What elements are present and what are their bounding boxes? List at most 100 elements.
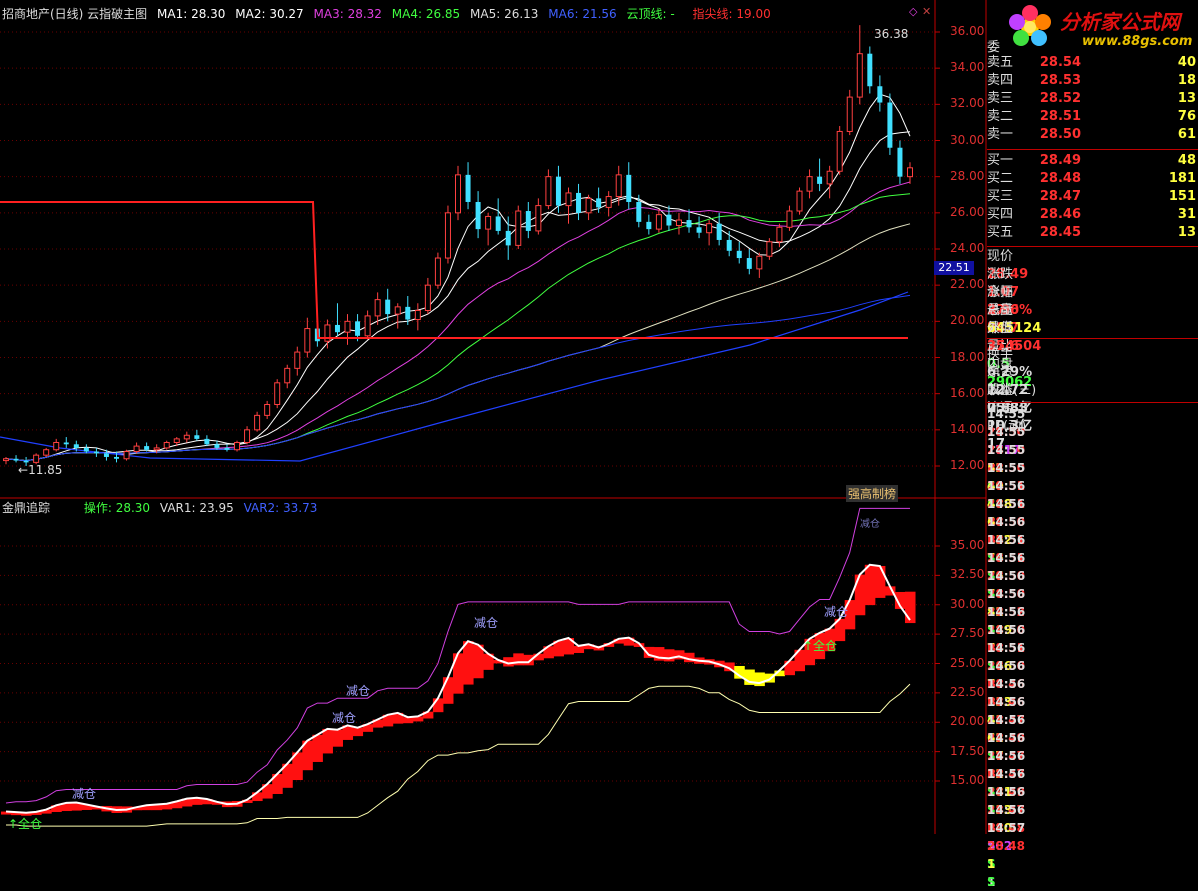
rank-badge[interactable]: 强高制榜 [846, 485, 899, 502]
tick-time: 14:56 [987, 569, 1026, 583]
candle-body [515, 210, 522, 246]
candle-body [334, 324, 340, 333]
tick-row[interactable]: 14:55 28.50 52 S 1 [987, 423, 1198, 511]
bid-price: 28.48 [1039, 171, 1081, 186]
candle-body [163, 441, 170, 449]
tick-row[interactable]: 14:56 28.50 74 S 1 [987, 603, 1198, 691]
tick-row[interactable]: 14:55 28.50 40 S 1 [987, 441, 1198, 529]
sub-axis-label: 20.00 [950, 714, 985, 729]
bid-row[interactable]: 买四 28.46 31 [987, 206, 1198, 224]
ask-row[interactable]: 卖四 28.53 18 [987, 72, 1198, 90]
bid-row[interactable]: 买一 28.49 48 [987, 152, 1198, 170]
tick-row[interactable]: 14:55 28.51 488 B 1 [987, 459, 1198, 547]
close-icon[interactable]: ✕ [922, 5, 931, 18]
tick-time: 14:56 [987, 533, 1026, 547]
tick-row[interactable]: 14:56 28.47 180 S 1 [987, 783, 1198, 871]
tick-time: 14:56 [987, 605, 1026, 619]
tick-time: 14:57 [987, 821, 1026, 835]
candle-body [756, 255, 763, 270]
bid-row[interactable]: 买五 28.45 13 [987, 224, 1198, 242]
ask-price: 28.50 [1039, 127, 1081, 142]
tick-row[interactable]: 14:56 28.52 189 B 2 [987, 585, 1198, 673]
tick-row[interactable]: 14:56 28.51 76 S 1 [987, 531, 1198, 619]
ask-volume: 18 [1177, 73, 1196, 88]
low-price-label: ←11.85 [18, 463, 63, 477]
ask-row[interactable]: 卖三 28.52 13 [987, 90, 1198, 108]
signal-jiancang-4: 减仓 [474, 616, 499, 630]
tracking-bar [663, 649, 675, 662]
bid-price: 28.46 [1039, 207, 1081, 222]
candle-body [887, 102, 893, 148]
bid-row[interactable]: 买三 28.47 151 [987, 188, 1198, 206]
ask-label: 卖四 [987, 73, 1014, 88]
signal-quancang-1: ↑全仓 [8, 817, 43, 831]
tick-time: 14:56 [987, 713, 1026, 727]
tick-row[interactable]: 14:56 28.49 17 B 1 [987, 711, 1198, 799]
candle-body [746, 258, 752, 269]
tick-time: 14:56 [987, 767, 1026, 781]
candle-body [284, 367, 291, 384]
bid-label: 买五 [987, 225, 1014, 240]
ma2-value: MA2: 30.27 [235, 7, 304, 21]
candle-body [364, 315, 371, 337]
tick-row[interactable]: 14:56 28.51 76 S 1 [987, 513, 1198, 601]
tick-time: 14:56 [987, 659, 1026, 673]
stat-label: 外盘 [987, 321, 1014, 336]
tick-time: 14:56 [987, 551, 1026, 565]
candle-body [214, 444, 220, 448]
logo-url[interactable]: www.88gs.com [1082, 34, 1192, 49]
tick-time: 14:56 [987, 785, 1026, 799]
candle-body [294, 351, 301, 369]
tick-row[interactable]: 14:56 28.46 233 S 1 [987, 657, 1198, 745]
tick-row[interactable]: 14:56 28.51 6 B 1 [987, 477, 1198, 565]
tracking-bar [904, 591, 916, 624]
ask-volume: 40 [1177, 55, 1196, 70]
sub-axis-label: 35.00 [950, 538, 985, 552]
tick-row[interactable]: 14:56 28.46 43 S 1 [987, 675, 1198, 763]
stat-row: 现价 28.49 今开 27.6 [987, 248, 1198, 318]
candle-body [113, 456, 119, 459]
tick-time: 14:56 [987, 677, 1026, 691]
candle-body [194, 435, 200, 439]
candle-body [13, 458, 19, 461]
tick-row[interactable]: 14:56 28.50 7 B 1 [987, 639, 1198, 727]
candle-body [817, 176, 823, 184]
bid-row[interactable]: 买二 28.48 181 [987, 170, 1198, 188]
tick-row[interactable]: 14:56 28.48 502 S 1 [987, 801, 1198, 889]
candle-body [836, 130, 843, 172]
ask-price: 28.54 [1039, 55, 1081, 70]
candle-body [465, 174, 471, 202]
candle-body [907, 167, 913, 178]
stat-row: 收益(三) 0.833 PE(动) 17. [987, 382, 1198, 452]
tracking-bar [864, 564, 876, 606]
stat-row: 净资 12.72 流通 10.3亿 [987, 364, 1198, 434]
yunding-value: 云顶线: - [626, 7, 675, 21]
tick-row[interactable]: 14:55 28.50 1717 B 6 [987, 405, 1198, 493]
tick-row[interactable]: 14:56 28.50 82 S 1 [987, 567, 1198, 655]
bid-price: 28.45 [1039, 225, 1081, 240]
tick-row[interactable]: 14:56 28.50 74 S 1 [987, 549, 1198, 637]
sub-axis-label: 30.00 [950, 596, 985, 611]
candle-body [655, 214, 662, 230]
candle-body [736, 250, 742, 259]
ask-row[interactable]: 卖一 28.50 61 [987, 126, 1198, 144]
main-chart-header: 招商地产(日线) 云指破主图 MA1: 28.30 MA2: 30.27 MA3… [2, 6, 777, 22]
tick-row[interactable]: 14:56 28.50 152 S 2 [987, 495, 1198, 583]
ask-row[interactable]: 卖五 28.54 40 [987, 54, 1198, 72]
tick-row[interactable]: 14:56 28.47 62 S 1 [987, 693, 1198, 781]
tick-row[interactable]: 14:56 28.49 133 B 1 [987, 765, 1198, 853]
ask-row[interactable]: 卖二 28.51 76 [987, 108, 1198, 126]
tick-row[interactable]: 14:56 28.47 22 S 1 [987, 729, 1198, 817]
tick-row[interactable]: 14:57 28.48 1 S [987, 819, 1198, 889]
ask-volume: 61 [1177, 127, 1196, 142]
stat-row: 涨幅 3.90% 最低 27.6 [987, 284, 1198, 354]
tick-row[interactable]: 14:56 28.47 281 S 1 [987, 747, 1198, 835]
diamond-icon[interactable]: ◇ [909, 5, 917, 18]
stat-row: 总量 645124 量比 0.5 [987, 302, 1198, 372]
candle-body [786, 210, 793, 228]
tick-row[interactable]: 14:56 28.51 166 B 2 [987, 621, 1198, 709]
flower-logo-icon [1009, 5, 1051, 46]
sub-axis-label: 27.50 [950, 626, 985, 641]
candle-body [374, 299, 381, 317]
candle-body [505, 230, 511, 246]
